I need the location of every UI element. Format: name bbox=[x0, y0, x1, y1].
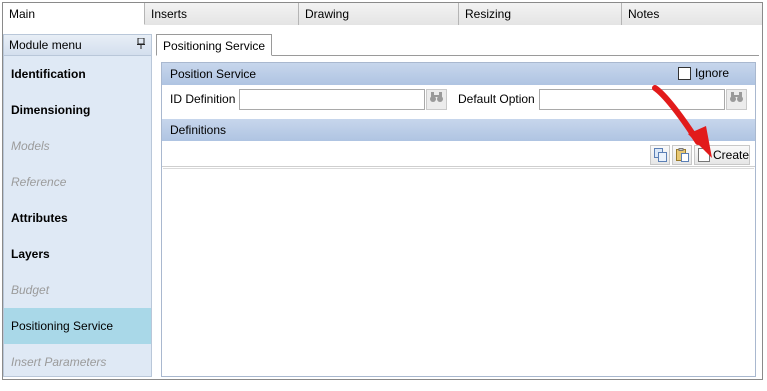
checkbox-box[interactable] bbox=[677, 66, 691, 80]
position-service-header: Position Service Ignore bbox=[162, 63, 755, 85]
id-definition-label: ID Definition bbox=[170, 92, 236, 106]
sidebar-item-identification[interactable]: Identification bbox=[4, 56, 151, 92]
sidebar-item-positioning-service[interactable]: Positioning Service bbox=[4, 308, 151, 344]
tab-drawing[interactable]: Drawing bbox=[299, 3, 459, 25]
binoculars-icon[interactable] bbox=[426, 89, 447, 110]
module-menu: Module menu Identification Dimensioning … bbox=[3, 34, 152, 377]
sidebar-item-attributes[interactable]: Attributes bbox=[4, 200, 151, 236]
tab-resizing[interactable]: Resizing bbox=[459, 3, 622, 25]
ignore-label: Ignore bbox=[694, 66, 729, 80]
id-definition-field[interactable] bbox=[239, 89, 425, 110]
binoculars-icon[interactable] bbox=[726, 89, 747, 110]
definitions-title: Definitions bbox=[170, 123, 227, 137]
tab-inserts[interactable]: Inserts bbox=[145, 3, 299, 25]
tab-main[interactable]: Main bbox=[3, 3, 145, 25]
tab-notes[interactable]: Notes bbox=[622, 3, 762, 25]
sidebar-item-models: Models bbox=[11, 139, 50, 153]
module-menu-title: Module menu bbox=[9, 38, 82, 52]
sub-tab-bar: Positioning Service bbox=[156, 34, 759, 56]
top-tab-bar: Main Inserts Drawing Resizing Notes bbox=[3, 3, 762, 25]
ignore-checkbox[interactable]: Ignore bbox=[677, 66, 729, 80]
default-option-label: Default Option bbox=[458, 92, 535, 106]
sidebar-item-reference: Reference bbox=[11, 175, 67, 189]
sidebar-item-insert-parameters: Insert Parameters bbox=[11, 355, 107, 369]
position-service-title: Position Service bbox=[170, 67, 257, 81]
sidebar-item-dimensioning[interactable]: Dimensioning bbox=[4, 92, 151, 128]
sidebar-item-budget: Budget bbox=[11, 283, 50, 297]
definitions-list[interactable] bbox=[163, 168, 754, 376]
tab-positioning-service[interactable]: Positioning Service bbox=[156, 34, 273, 56]
sidebar-item-layers[interactable]: Layers bbox=[4, 236, 151, 272]
red-arrow-annotation bbox=[652, 85, 712, 158]
pin-icon[interactable] bbox=[137, 37, 145, 52]
module-menu-header: Module menu bbox=[4, 35, 151, 56]
